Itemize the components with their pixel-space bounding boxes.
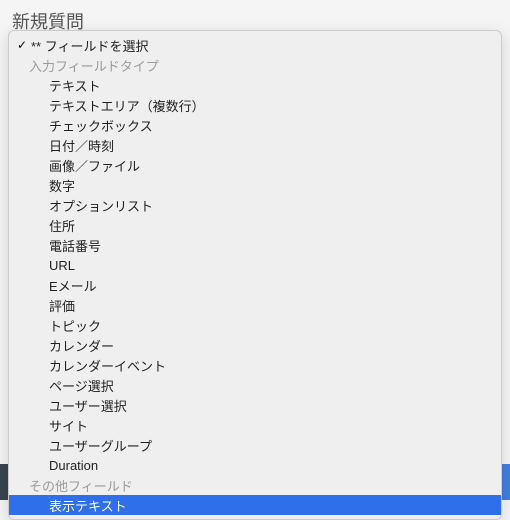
dropdown-option-display-text[interactable]: 表示テキスト (9, 495, 501, 515)
dropdown-option-calendar[interactable]: カレンダー (9, 335, 501, 355)
dropdown-selected-label: ** フィールドを選択 (29, 36, 148, 55)
dropdown-option-address[interactable]: 住所 (9, 215, 501, 235)
dropdown-option-url[interactable]: URL (9, 255, 501, 275)
dropdown-option-phone[interactable]: 電話番号 (9, 235, 501, 255)
dropdown-option-user-select[interactable]: ユーザー選択 (9, 395, 501, 415)
field-select-dropdown[interactable]: ✓ ** フィールドを選択 入力フィールドタイプ テキスト テキストエリア（複数… (8, 30, 502, 520)
dropdown-selected-option[interactable]: ✓ ** フィールドを選択 (9, 35, 501, 55)
dropdown-group-header: 入力フィールドタイプ (9, 55, 501, 75)
dropdown-option-duration[interactable]: Duration (9, 455, 501, 475)
dropdown-option-calendar-event[interactable]: カレンダーイベント (9, 355, 501, 375)
dropdown-option-option-list[interactable]: オプションリスト (9, 195, 501, 215)
dropdown-option-rating[interactable]: 評価 (9, 295, 501, 315)
dropdown-option-number[interactable]: 数字 (9, 175, 501, 195)
dropdown-option-site[interactable]: サイト (9, 415, 501, 435)
dropdown-option-text[interactable]: テキスト (9, 75, 501, 95)
dropdown-option-topic[interactable]: トピック (9, 315, 501, 335)
dropdown-group-header: その他フィールド (9, 475, 501, 495)
dropdown-option-checkbox[interactable]: チェックボックス (9, 115, 501, 135)
dropdown-option-image-file[interactable]: 画像／ファイル (9, 155, 501, 175)
dropdown-option-textarea[interactable]: テキストエリア（複数行） (9, 95, 501, 115)
dropdown-option-page-select[interactable]: ページ選択 (9, 375, 501, 395)
dropdown-option-datetime[interactable]: 日付／時刻 (9, 135, 501, 155)
checkmark-icon: ✓ (15, 38, 29, 52)
dropdown-option-email[interactable]: Eメール (9, 275, 501, 295)
dropdown-option-user-group[interactable]: ユーザーグループ (9, 435, 501, 455)
